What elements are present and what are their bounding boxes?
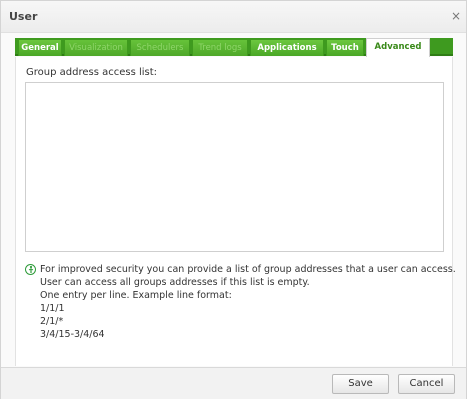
tab-advanced[interactable]: Advanced bbox=[366, 38, 430, 57]
close-icon[interactable]: × bbox=[450, 9, 462, 23]
example-line-1: 1/1/1 bbox=[40, 303, 65, 314]
example-line-2: 2/1/* bbox=[40, 316, 64, 327]
help-line-1: For improved security you can provide a … bbox=[40, 264, 456, 275]
dialog-titlebar[interactable]: User × bbox=[1, 1, 466, 33]
info-icon bbox=[25, 264, 36, 275]
cancel-button[interactable]: Cancel bbox=[398, 374, 455, 394]
tab-general[interactable]: General bbox=[18, 39, 62, 56]
help-line-3: One entry per line. Example line format: bbox=[40, 290, 232, 301]
advanced-panel: Group address access list: For improved … bbox=[15, 57, 456, 366]
example-line-3: 3/4/15-3/4/64 bbox=[40, 329, 105, 340]
dialog-title: User bbox=[9, 10, 38, 23]
tab-visualization: Visualization bbox=[64, 39, 128, 56]
tab-schedulers: Schedulers bbox=[130, 39, 190, 56]
save-button[interactable]: Save bbox=[332, 374, 389, 394]
help-line-2: User can access all groups addresses if … bbox=[40, 277, 310, 288]
help-text: For improved security you can provide a … bbox=[25, 263, 456, 341]
tab-bar: General Visualization Schedulers Trend l… bbox=[15, 38, 453, 57]
group-address-label: Group address access list: bbox=[26, 67, 158, 78]
user-dialog: User × General Visualization Schedulers … bbox=[0, 0, 467, 399]
dialog-footer: Save Cancel bbox=[1, 367, 466, 399]
tab-trend-logs: Trend logs bbox=[192, 39, 248, 56]
tab-touch[interactable]: Touch bbox=[326, 39, 364, 56]
group-address-textarea[interactable] bbox=[25, 82, 444, 252]
tab-applications[interactable]: Applications bbox=[250, 39, 324, 56]
